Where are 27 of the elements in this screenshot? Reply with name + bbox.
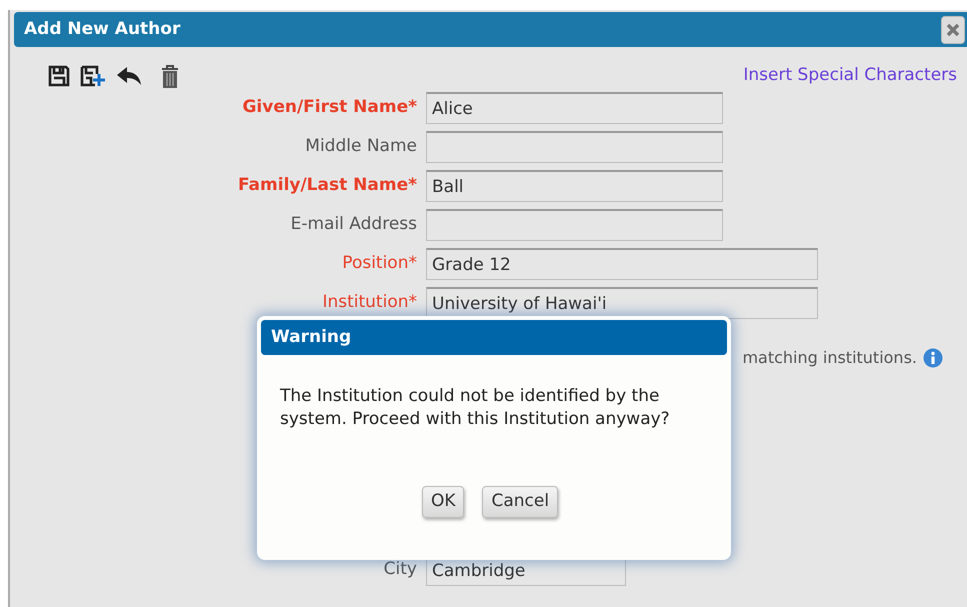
field-label: Given/First Name* bbox=[241, 96, 418, 120]
hint-text: matching institutions. bbox=[742, 347, 917, 369]
field-label: Position* bbox=[341, 252, 418, 276]
field-label: E-mail Address bbox=[290, 213, 418, 236]
save-new-icon[interactable] bbox=[80, 65, 106, 87]
text-field[interactable]: Ball bbox=[426, 170, 723, 202]
insert-special-characters-link[interactable]: Insert Special Characters bbox=[743, 63, 957, 95]
window-title: Add New Author bbox=[24, 18, 180, 41]
field-label: Institution* bbox=[321, 291, 418, 314]
dialog-title: Warning bbox=[271, 326, 352, 349]
trash-icon[interactable] bbox=[160, 65, 180, 89]
info-icon[interactable] bbox=[923, 348, 943, 368]
close-icon bbox=[946, 22, 960, 36]
field-label: City bbox=[382, 558, 418, 582]
field-label: Middle Name bbox=[304, 135, 418, 158]
dialog-message: The Institution could not be identified by the system. Proceed with this Institution anyway? bbox=[280, 385, 671, 431]
undo-icon[interactable] bbox=[116, 65, 142, 87]
text-field[interactable]: University of Hawai'i bbox=[426, 287, 818, 319]
text-field[interactable] bbox=[426, 131, 723, 163]
text-field[interactable]: Grade 12 bbox=[426, 248, 818, 280]
field-label: Family/Last Name* bbox=[236, 174, 418, 198]
text-field[interactable] bbox=[426, 209, 723, 241]
text-field[interactable]: Alice bbox=[426, 92, 723, 124]
ok-button[interactable]: OK bbox=[422, 486, 464, 518]
close-button[interactable] bbox=[941, 16, 965, 44]
cancel-button[interactable]: Cancel bbox=[482, 486, 558, 518]
save-icon[interactable] bbox=[48, 65, 70, 87]
